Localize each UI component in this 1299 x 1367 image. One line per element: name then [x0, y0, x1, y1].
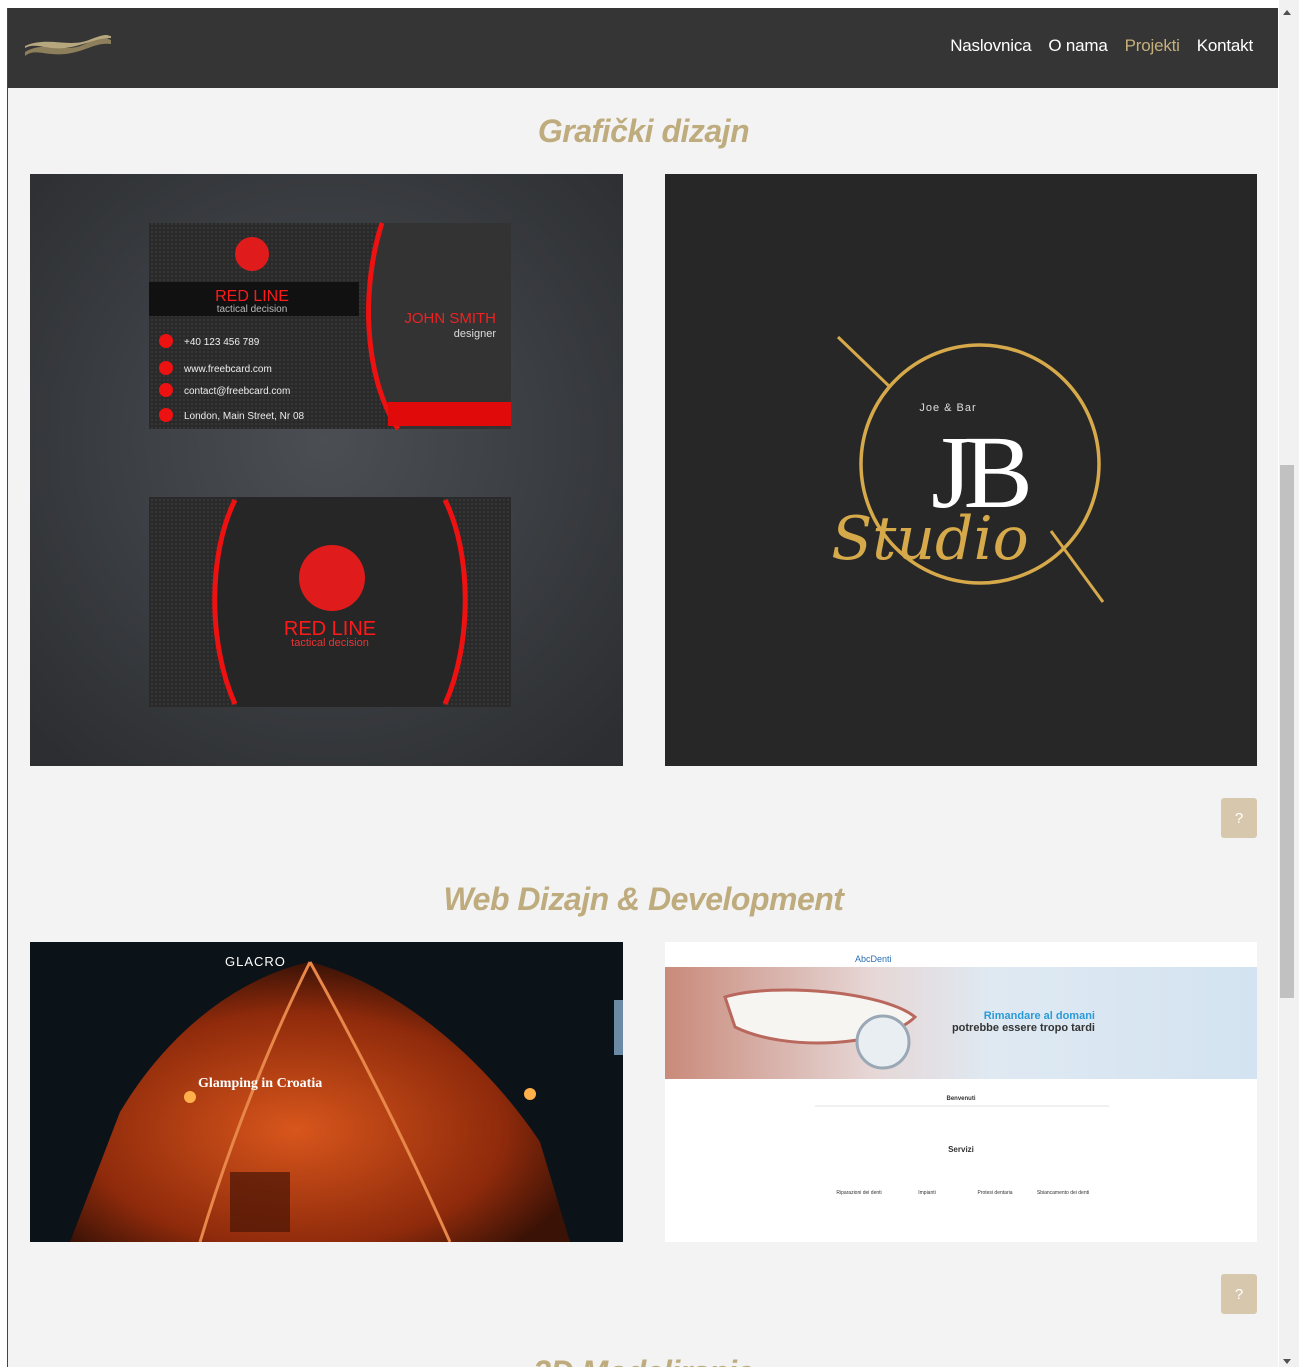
redline-name: JOHN SMITH	[404, 310, 496, 327]
redline-email: contact@freebcard.com	[184, 386, 290, 397]
redline-back-tagline: tactical decision	[291, 637, 369, 649]
jb-small-text: Joe & Bar	[919, 402, 976, 414]
help-button-web[interactable]: ?	[1221, 1274, 1257, 1314]
redline-brand: RED LINE	[215, 288, 289, 305]
redline-role: designer	[454, 328, 497, 340]
nav-o-nama[interactable]: O nama	[1048, 36, 1107, 56]
redline-web: www.freebcard.com	[183, 364, 272, 375]
dental-service-1: Riparazioni dei denti	[836, 1190, 881, 1196]
dental-service-3: Protesi dentaria	[977, 1190, 1012, 1196]
jb-script: Studio	[831, 504, 1029, 574]
dental-service-4: Sbiancamento dei denti	[1037, 1190, 1089, 1196]
help-button-graphic[interactable]: ?	[1221, 798, 1257, 838]
project-card-glacro[interactable]: GLACRO Glamping in Croatia	[30, 942, 623, 1242]
dental-section-servizi: Servizi	[948, 1145, 974, 1154]
glacro-headline: Glamping in Croatia	[198, 1076, 322, 1091]
nav-kontakt[interactable]: Kontakt	[1197, 36, 1253, 56]
dental-hero-line1: Rimandare al domani	[984, 1010, 1095, 1022]
section-title-graphic-design: Grafički dizajn	[537, 113, 750, 149]
scroll-down-arrow-icon[interactable]	[1283, 1359, 1291, 1364]
project-card-jb-studio[interactable]: Joe & Bar JB Studio	[665, 174, 1257, 766]
dental-service-2: Impianti	[918, 1190, 936, 1196]
dental-hero-line2: potrebbe essere tropo tardi	[952, 1022, 1095, 1034]
glacro-logo: GLACRO	[225, 954, 286, 969]
section-title-3d: 3D Modeliranje	[8, 1354, 1278, 1367]
project-card-redline[interactable]: RED LINE tactical decision JOHN SMITH de…	[30, 174, 623, 766]
redline-address: London, Main Street, Nr 08	[184, 411, 305, 422]
dental-logo: AbcDenti	[855, 954, 892, 964]
project-card-abcdenti[interactable]: AbcDenti Rimandare al domani potrebbe es…	[665, 942, 1257, 1242]
site-logo[interactable]	[25, 30, 111, 64]
nav-naslovnica[interactable]: Naslovnica	[950, 36, 1031, 56]
redline-phone: +40 123 456 789	[184, 337, 260, 348]
page: Naslovnica O nama Projekti Kontakt Grafi…	[7, 8, 1278, 1367]
section-title-web-design: Web Dizajn & Development	[443, 881, 844, 917]
scroll-up-arrow-icon[interactable]	[1283, 10, 1291, 15]
navbar: Naslovnica O nama Projekti Kontakt	[8, 8, 1278, 88]
redline-tagline: tactical decision	[217, 304, 288, 315]
dental-section-benvenuti: Benvenuti	[946, 1096, 975, 1102]
nav-projekti[interactable]: Projekti	[1125, 36, 1180, 56]
main-nav: Naslovnica O nama Projekti Kontakt	[950, 36, 1253, 56]
page-scrollbar[interactable]	[1279, 0, 1299, 1367]
scroll-thumb[interactable]	[1280, 465, 1294, 998]
